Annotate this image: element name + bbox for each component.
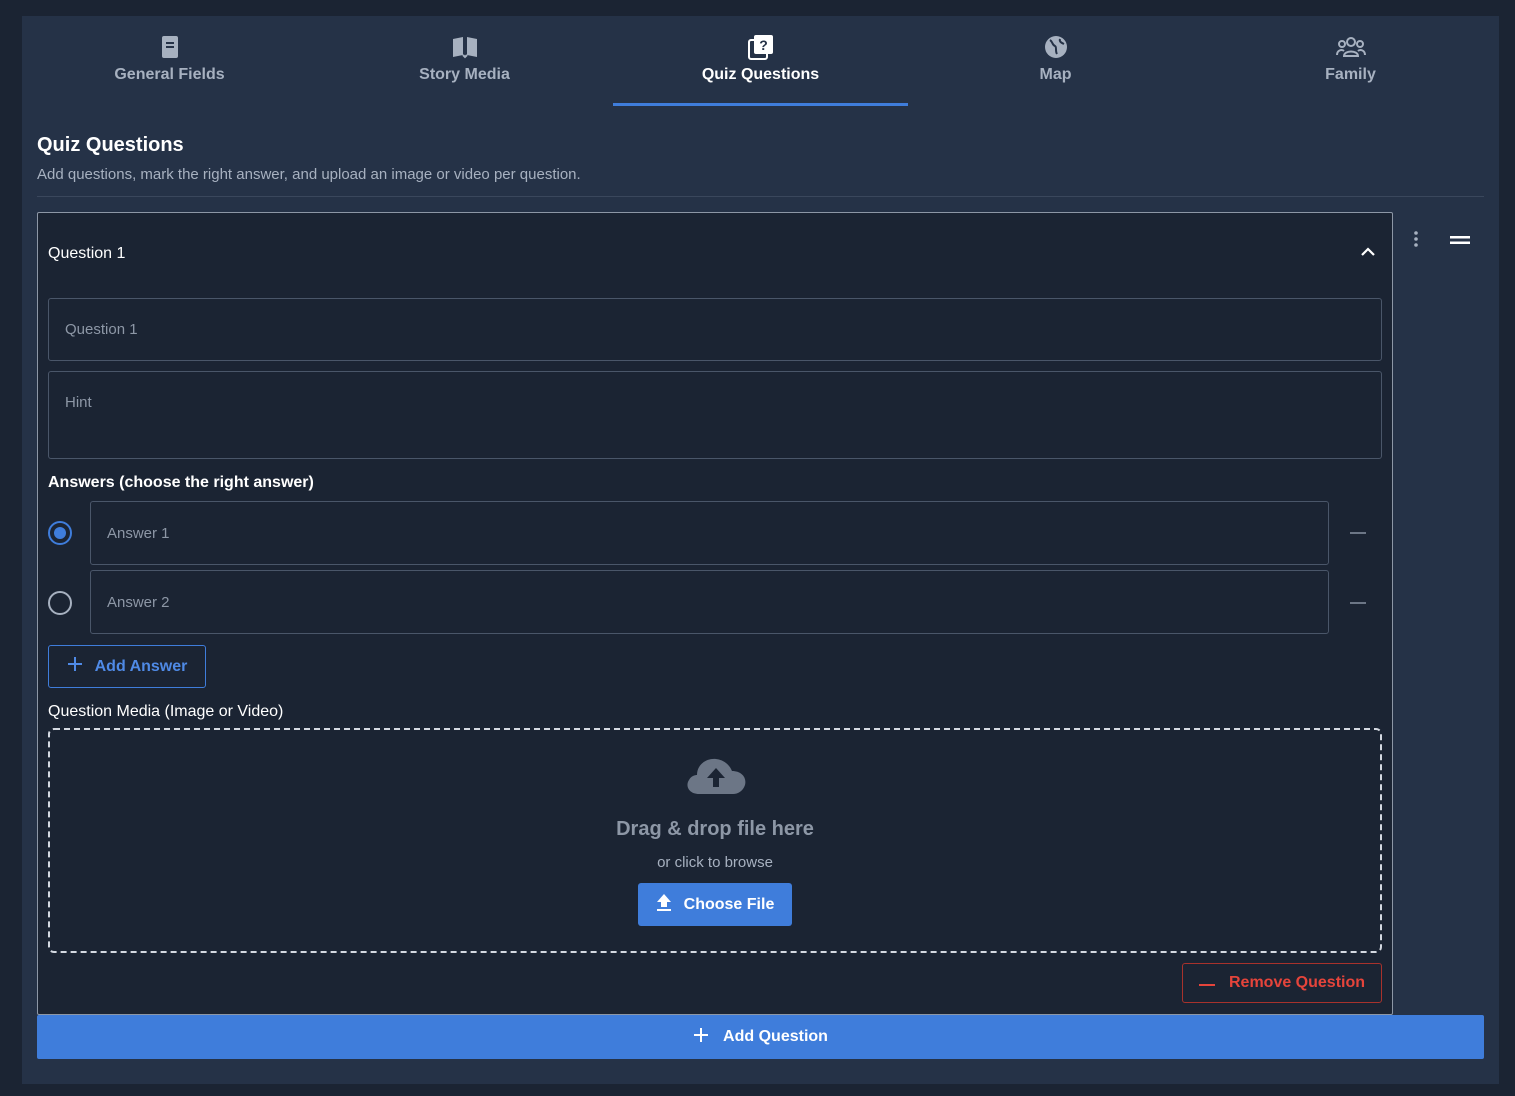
editor-panel: General Fields Story Media ? Quiz Questi… [22,16,1499,1084]
drag-handle[interactable] [1448,231,1472,251]
add-answer-label: Add Answer [94,657,188,675]
tab-family[interactable]: Family [1203,16,1498,106]
answer-radio-2[interactable] [48,591,72,615]
media-dropzone[interactable]: Drag & drop file here or click to browse… [48,728,1382,953]
add-question-button[interactable]: Add Question [37,1015,1484,1059]
question-input[interactable] [48,298,1382,361]
remove-answer-button[interactable] [1348,523,1368,543]
tab-label: Quiz Questions [701,66,820,83]
tab-map[interactable]: Map [908,16,1203,106]
quiz-icon: ? [747,32,774,62]
tab-general-fields[interactable]: General Fields [22,16,317,106]
choose-file-label: Choose File [683,895,775,913]
media-label: Question Media (Image or Video) [48,703,284,720]
section-subtitle: Add questions, mark the right answer, an… [37,166,581,183]
divider [37,196,1484,197]
book-icon [451,32,479,62]
remove-answer-button[interactable] [1348,593,1368,613]
globe-icon [1043,32,1069,62]
tab-label: Family [1325,66,1376,83]
answer-input-2[interactable] [90,570,1329,634]
vertical-dots-icon [1414,230,1418,252]
add-answer-button[interactable]: Add Answer [48,645,206,688]
add-question-label: Add Question [723,1028,828,1045]
more-options-button[interactable] [1406,230,1426,252]
upload-icon [656,893,672,916]
remove-question-label: Remove Question [1228,974,1366,991]
section-title: Quiz Questions [37,134,184,156]
minus-icon [1350,602,1366,604]
plus-icon [693,1027,709,1048]
tab-story-media[interactable]: Story Media [317,16,612,106]
plus-icon [67,656,83,677]
chevron-up-icon [1360,244,1376,262]
answers-label: Answers (choose the right answer) [48,474,314,491]
question-header: Question 1 [48,245,126,262]
tab-label: Map [1039,66,1072,83]
tab-quiz-questions[interactable]: ? Quiz Questions [613,16,908,106]
dropzone-subtitle: or click to browse [657,854,773,871]
minus-icon [1350,532,1366,534]
collapse-button[interactable] [1358,243,1378,263]
family-icon [1335,32,1366,62]
document-icon [161,32,179,62]
dropzone-title: Drag & drop file here [616,818,814,840]
tab-bar: General Fields Story Media ? Quiz Questi… [22,16,1499,106]
drag-handle-icon [1450,232,1470,250]
choose-file-button[interactable]: Choose File [638,883,792,926]
tab-label: Story Media [419,66,510,83]
cloud-upload-icon [685,754,747,801]
hint-input[interactable] [48,371,1382,459]
tab-label: General Fields [114,66,225,83]
question-card: Question 1 Answers (choose the right ans… [37,212,1393,1015]
minus-icon [1198,974,1215,992]
svg-text:?: ? [759,37,768,53]
answer-input-1[interactable] [90,501,1329,565]
answer-radio-1[interactable] [48,521,72,545]
remove-question-button[interactable]: Remove Question [1182,963,1382,1003]
